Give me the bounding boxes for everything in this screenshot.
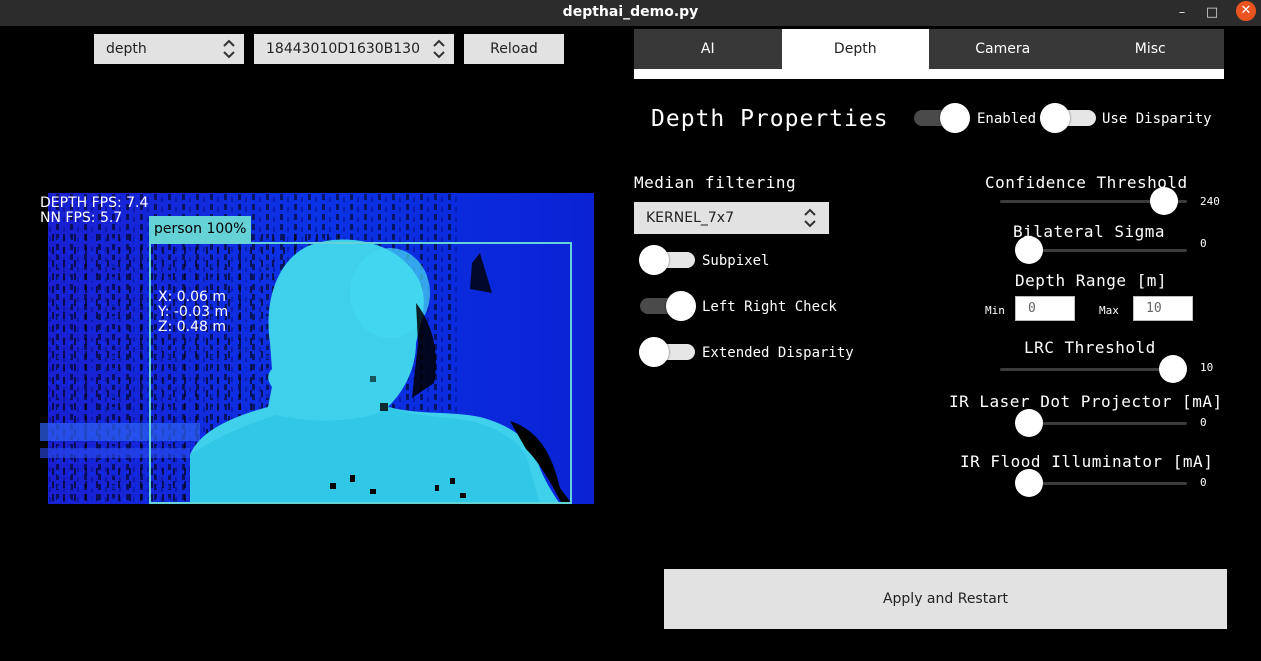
coord-x-label: X: 0.06 m xyxy=(158,289,227,305)
settings-tabs: AI Depth Camera Misc xyxy=(634,29,1224,69)
slider-thumb[interactable] xyxy=(1015,409,1043,437)
subpixel-label: Subpixel xyxy=(702,253,770,269)
updown-chevron-icon xyxy=(804,208,816,228)
coord-z-label: Z: 0.48 m xyxy=(158,319,227,335)
depth-fps-label: DEPTH FPS: 7.4 xyxy=(40,195,149,211)
left-right-check-label: Left Right Check xyxy=(702,299,837,315)
detection-label: person 100% xyxy=(149,216,252,242)
slider-thumb[interactable] xyxy=(1015,236,1043,264)
nn-fps-label: NN FPS: 5.7 xyxy=(40,210,123,226)
left-right-check-toggle[interactable] xyxy=(640,291,696,321)
tab-content-strip xyxy=(634,69,1224,79)
tab-camera[interactable]: Camera xyxy=(929,29,1077,69)
depth-preview: DEPTH FPS: 7.4 NN FPS: 5.7 person 100% X… xyxy=(40,193,594,504)
ir-laser-value: 0 xyxy=(1200,416,1207,429)
device-select[interactable]: 18443010D1630B130 xyxy=(254,34,454,64)
toggle-knob xyxy=(639,245,669,275)
depth-range-max-input[interactable]: 10 xyxy=(1133,296,1193,321)
lrc-threshold-value: 10 xyxy=(1200,361,1214,374)
slider-thumb[interactable] xyxy=(1015,469,1043,497)
slider-thumb[interactable] xyxy=(1159,355,1187,383)
depth-range-min-input[interactable]: 0 xyxy=(1015,296,1075,321)
enabled-label: Enabled xyxy=(977,111,1037,127)
ir-flood-value: 0 xyxy=(1200,476,1207,489)
tab-depth[interactable]: Depth xyxy=(781,29,929,69)
median-filtering-label: Median filtering xyxy=(634,173,797,192)
median-filter-select[interactable]: KERNEL_7x7 xyxy=(634,202,829,234)
use-disparity-label: Use Disparity xyxy=(1102,111,1212,127)
window-title: depthai_demo.py xyxy=(562,4,699,20)
slider-thumb[interactable] xyxy=(1149,187,1178,215)
detection-box xyxy=(149,242,572,504)
extended-disparity-toggle[interactable] xyxy=(639,337,695,367)
updown-chevron-icon xyxy=(433,39,445,59)
ir-flood-slider[interactable] xyxy=(1015,468,1187,498)
toggle-knob xyxy=(940,103,970,133)
apply-and-restart-button[interactable]: Apply and Restart xyxy=(664,569,1227,629)
extended-disparity-label: Extended Disparity xyxy=(702,345,854,361)
use-disparity-toggle[interactable] xyxy=(1040,103,1096,133)
tab-ai[interactable]: AI xyxy=(634,29,782,69)
lrc-threshold-slider[interactable] xyxy=(1000,354,1187,384)
close-icon[interactable]: ✕ xyxy=(1236,1,1256,21)
updown-chevron-icon xyxy=(223,39,235,59)
median-filter-value: KERNEL_7x7 xyxy=(646,210,734,226)
coord-y-label: Y: -0.03 m xyxy=(158,304,229,320)
tab-misc[interactable]: Misc xyxy=(1077,29,1225,69)
panel-title: Depth Properties xyxy=(651,106,889,132)
source-select[interactable]: depth xyxy=(94,34,244,64)
source-select-value: depth xyxy=(106,41,147,57)
toggle-knob xyxy=(639,337,669,367)
confidence-threshold-value: 240 xyxy=(1200,195,1220,208)
toggle-knob xyxy=(1040,103,1070,133)
toggle-knob xyxy=(666,291,696,321)
depth-range-min-label: Min xyxy=(985,304,1005,317)
enabled-toggle[interactable] xyxy=(914,103,970,133)
reload-button[interactable]: Reload xyxy=(464,34,564,64)
bilateral-sigma-value: 0 xyxy=(1200,237,1207,250)
depth-range-max-label: Max xyxy=(1099,304,1119,317)
minimize-icon[interactable]: – xyxy=(1171,2,1193,24)
device-select-value: 18443010D1630B130 xyxy=(266,41,420,57)
title-bar: depthai_demo.py – □ ✕ xyxy=(0,0,1261,26)
bilateral-sigma-slider[interactable] xyxy=(1015,235,1187,265)
confidence-threshold-slider[interactable] xyxy=(1000,186,1187,216)
subpixel-toggle[interactable] xyxy=(639,245,695,275)
maximize-icon[interactable]: □ xyxy=(1201,2,1223,24)
depth-range-label: Depth Range [m] xyxy=(1015,271,1167,290)
ir-laser-slider[interactable] xyxy=(1015,408,1187,438)
